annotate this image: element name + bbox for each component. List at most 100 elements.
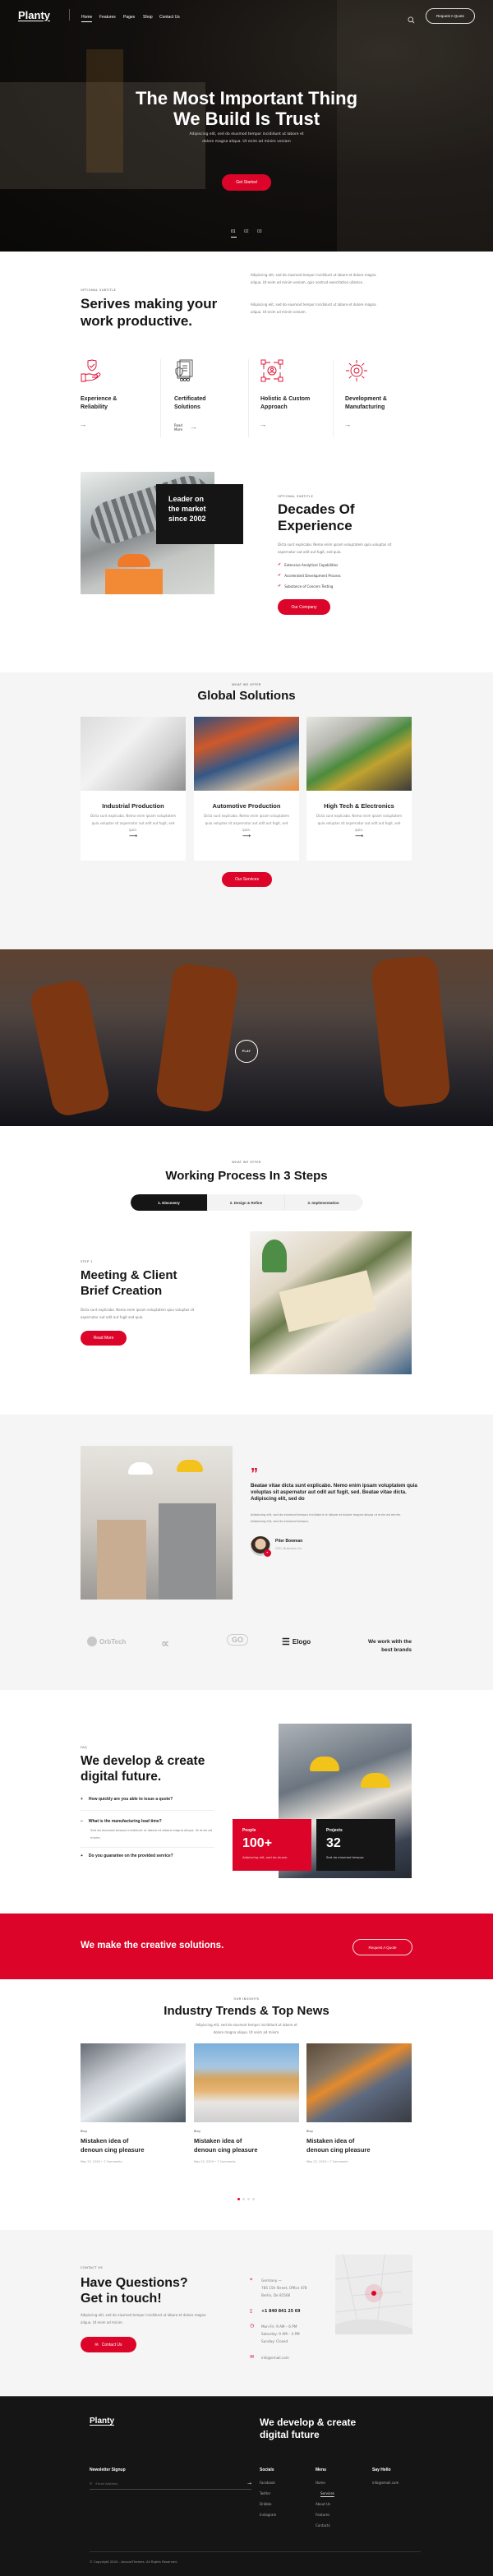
contact-map[interactable] bbox=[335, 2255, 412, 2334]
contact-phone[interactable]: ▯ +1 840 841 25 69 bbox=[250, 2308, 300, 2315]
pagination-dot[interactable] bbox=[242, 2198, 245, 2200]
footer-menu-services[interactable]: Services bbox=[320, 2491, 334, 2495]
footer-menu-features[interactable]: Features bbox=[316, 2513, 329, 2517]
footer-email-link[interactable]: info@email.com bbox=[372, 2481, 399, 2485]
get-started-button[interactable]: Get Started bbox=[222, 174, 271, 191]
news-card[interactable]: Blog Mistaken idea of denoun cing pleasur… bbox=[194, 2043, 299, 2163]
news-card[interactable]: Blog Mistaken idea of denoun cing pleasur… bbox=[306, 2043, 412, 2163]
our-company-button[interactable]: Our Company bbox=[278, 599, 330, 615]
pagination-dot[interactable] bbox=[247, 2198, 250, 2200]
minus-icon[interactable]: – bbox=[81, 1819, 83, 1824]
faq-item-open[interactable]: – What is the manufacturing lead time? bbox=[81, 1819, 214, 1824]
brand-logo-orbtech[interactable]: OrbTech bbox=[87, 1637, 126, 1646]
feature-certificated[interactable]: Certificated Solutions Read More ⟶ bbox=[174, 359, 206, 437]
services-paragraph-1: Adipiscing elit, sed do eiusmod tempor i… bbox=[251, 273, 376, 284]
process-image-plant bbox=[262, 1240, 287, 1272]
man-figure bbox=[159, 1503, 216, 1600]
footer-logo[interactable]: Planty bbox=[90, 2417, 114, 2426]
hero-title-line: We Build Is Trust bbox=[173, 108, 320, 129]
news-title[interactable]: Mistaken idea of denoun cing pleasure bbox=[194, 2136, 299, 2154]
faq-item[interactable]: + Do you guarantee on the provided servi… bbox=[81, 1854, 214, 1858]
plus-icon[interactable]: + bbox=[81, 1854, 83, 1858]
testimonial-quote: Beatae vitae dicta sunt explicabo. Nemo … bbox=[251, 1483, 417, 1502]
news-image[interactable] bbox=[306, 2043, 412, 2122]
feature-link[interactable]: Read More ⟶ bbox=[174, 423, 196, 432]
hero-section: Planty Home Features Pages Shop Contact … bbox=[0, 0, 493, 252]
search-icon[interactable] bbox=[408, 12, 415, 27]
social-link-instagram[interactable]: Instagram bbox=[260, 2513, 276, 2517]
feature-experience[interactable]: Experience & Reliability ⟶ bbox=[81, 359, 117, 437]
news-title[interactable]: Mistaken idea of denoun cing pleasure bbox=[81, 2136, 186, 2154]
footer-divider bbox=[90, 2551, 421, 2552]
feature-development[interactable]: Development & Manufacturing ⟶ bbox=[345, 359, 387, 437]
news-card[interactable]: Blog Mistaken idea of denoun cing pleasur… bbox=[81, 2043, 186, 2163]
footer-menu-about[interactable]: About Us bbox=[316, 2502, 330, 2506]
solution-card[interactable]: Industrial Production Dicta sunt explica… bbox=[81, 717, 186, 861]
nav-home[interactable]: Home bbox=[81, 15, 93, 22]
feature-holistic[interactable]: Holistic & Custom Approach ⟶ bbox=[260, 359, 310, 437]
social-link-dribble[interactable]: Dribble bbox=[260, 2502, 272, 2506]
logo[interactable]: Planty bbox=[18, 9, 50, 21]
map-marker-icon[interactable] bbox=[371, 2291, 376, 2296]
yellow-helmet bbox=[361, 1773, 390, 1788]
brand-logo-elogo[interactable]: ☰ Elogo bbox=[282, 1637, 311, 1647]
faq-item[interactable]: + How quickly are you able to issue a qu… bbox=[81, 1797, 214, 1802]
read-more-button[interactable]: Read More bbox=[81, 1331, 127, 1346]
tab-implementation[interactable]: 3. Implementation bbox=[285, 1194, 362, 1211]
tab-design-refine[interactable]: 2. Design & Refine bbox=[208, 1194, 285, 1211]
feature-link[interactable]: ⟶ bbox=[81, 423, 85, 427]
brand-logo-go[interactable]: GO bbox=[227, 1634, 249, 1646]
stat-projects: Projects 32 Sed do eiusmod tempor. bbox=[316, 1819, 395, 1871]
tab-discovery[interactable]: 1. Discovery bbox=[131, 1194, 208, 1211]
slide-indicator-2[interactable]: 02 bbox=[244, 229, 249, 234]
read-more-link[interactable]: Read More bbox=[174, 423, 188, 432]
hero-title-line: The Most Important Thing bbox=[135, 88, 358, 108]
arrow-right-icon[interactable]: ⟶ bbox=[306, 833, 412, 839]
social-link-facebook[interactable]: Facebook bbox=[260, 2481, 275, 2485]
request-quote-button[interactable]: Request A Quote bbox=[426, 8, 475, 24]
contact-us-button[interactable]: ✉ Contact Us bbox=[81, 2337, 136, 2352]
faq-section: FAQ We develop & create digital future. +… bbox=[0, 1690, 493, 1914]
nav-pages[interactable]: Pages bbox=[123, 15, 135, 20]
solution-image bbox=[194, 717, 299, 791]
news-category[interactable]: Blog bbox=[194, 2130, 299, 2133]
feature-link[interactable]: ⟶ bbox=[260, 423, 265, 427]
arrow-right-icon[interactable]: ⟶ bbox=[81, 833, 186, 839]
brand-logo-alpha[interactable]: ∝ bbox=[161, 1637, 169, 1650]
footer-menu-home[interactable]: Home bbox=[316, 2481, 325, 2485]
phone-icon: ▯ bbox=[250, 2308, 253, 2314]
footer-menu-contacts[interactable]: Contacts bbox=[316, 2523, 330, 2528]
cta-band: We make the creative solutions. Request … bbox=[0, 1914, 493, 1979]
header-divider bbox=[69, 9, 70, 21]
news-category[interactable]: Blog bbox=[81, 2130, 186, 2133]
feature-link[interactable]: ⟶ bbox=[345, 423, 350, 427]
play-button[interactable]: PLAY bbox=[235, 1040, 258, 1063]
our-services-button[interactable]: Our Services bbox=[222, 872, 272, 887]
news-image[interactable] bbox=[194, 2043, 299, 2122]
solution-card[interactable]: Automotive Production Dicta sunt explica… bbox=[194, 717, 299, 861]
slide-indicator-3[interactable]: 03 bbox=[257, 229, 262, 234]
submit-arrow-icon[interactable]: → bbox=[247, 2481, 251, 2486]
faq-question[interactable]: Do you guarantee on the provided service… bbox=[89, 1854, 173, 1858]
stat-desc: Sed do eiusmod tempor. bbox=[326, 1855, 365, 1859]
arrow-right-icon[interactable]: ⟶ bbox=[194, 833, 299, 839]
nav-features[interactable]: Features bbox=[99, 15, 116, 20]
social-link-twitter[interactable]: Twitter bbox=[260, 2491, 270, 2495]
news-image[interactable] bbox=[81, 2043, 186, 2122]
plus-icon[interactable]: + bbox=[81, 1797, 83, 1802]
pagination-dot-active[interactable] bbox=[237, 2198, 240, 2200]
news-title[interactable]: Mistaken idea of denoun cing pleasure bbox=[306, 2136, 412, 2154]
newsletter-email-input[interactable] bbox=[95, 2481, 244, 2486]
quote-icon: ” bbox=[251, 1466, 258, 1482]
contact-email[interactable]: ✉ info@email.com bbox=[250, 2354, 289, 2361]
nav-shop[interactable]: Shop bbox=[143, 15, 153, 20]
solution-card[interactable]: High Tech & Electronics Dicta sunt expli… bbox=[306, 717, 412, 861]
news-category[interactable]: Blog bbox=[306, 2130, 412, 2133]
faq-question[interactable]: What is the manufacturing lead time? bbox=[89, 1819, 162, 1824]
slide-indicator-1[interactable]: 01 bbox=[231, 229, 236, 234]
faq-question[interactable]: How quickly are you able to issue a quot… bbox=[89, 1797, 173, 1802]
cta-request-quote-button[interactable]: Request A Quote bbox=[352, 1939, 412, 1955]
pagination-dot[interactable] bbox=[252, 2198, 255, 2200]
feature-title: Holistic & Custom Approach bbox=[260, 396, 311, 410]
nav-contact-us[interactable]: Contact Us bbox=[159, 15, 180, 20]
